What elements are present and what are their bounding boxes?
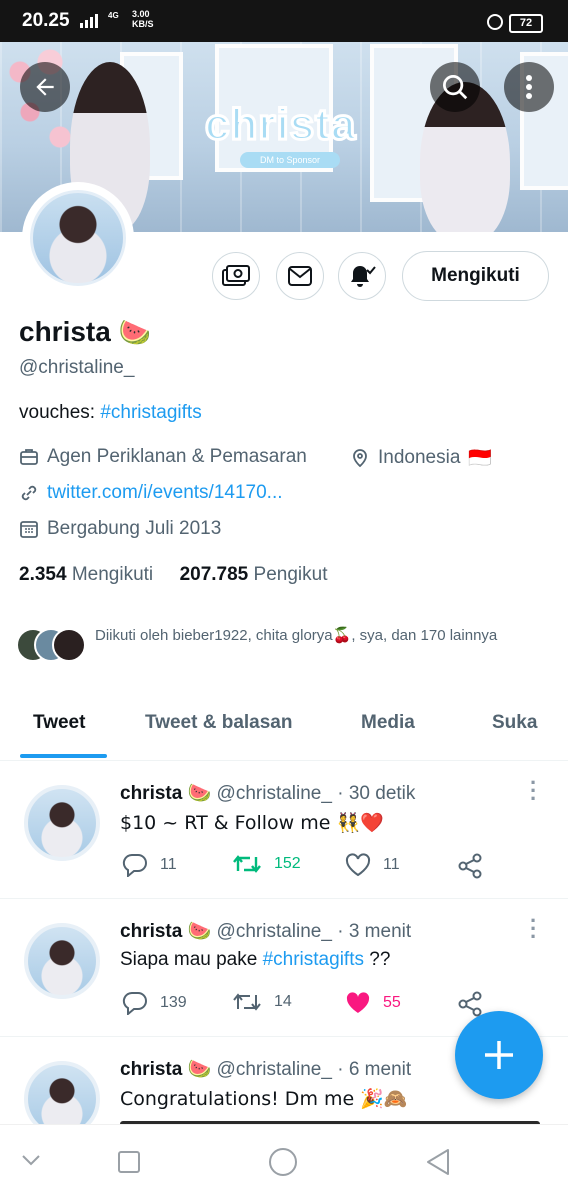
banner-title: christa — [203, 99, 357, 151]
profile-handle: @christaline_ — [19, 357, 135, 378]
search-button[interactable] — [430, 62, 480, 112]
tweet-more-button[interactable]: · · · — [530, 910, 537, 948]
battery-indicator: 72 — [509, 14, 543, 33]
link-icon — [21, 485, 37, 501]
tweet-item[interactable]: christa 🍉 @christaline_ · 30 detik · · · $… — [0, 761, 568, 899]
profile-tabs: Tweet Tweet & balasan Media Suka — [0, 700, 568, 761]
arrow-left-icon — [36, 78, 54, 96]
rotation-lock-icon — [487, 14, 503, 30]
tab-tweets[interactable]: Tweet — [33, 712, 85, 734]
banner-subtitle: DM to Sponsor — [240, 152, 340, 168]
tweet-avatar[interactable] — [24, 923, 100, 999]
tweet-text: Siapa mau pake #christagifts ?? — [120, 949, 391, 970]
retweet-button[interactable]: 152 — [232, 853, 301, 875]
message-button[interactable] — [276, 252, 324, 300]
search-icon — [443, 75, 468, 100]
profile-website[interactable]: twitter.com/i/events/14170... — [19, 482, 283, 504]
heart-filled-icon — [346, 992, 370, 1013]
followers-count-link[interactable]: 207.785 Pengikut — [180, 564, 328, 585]
indonesia-flag-icon: 🇮🇩 — [468, 447, 493, 469]
tip-jar-button[interactable] — [212, 252, 260, 300]
name-emoji: 🍉 — [118, 318, 151, 348]
tab-media[interactable]: Media — [361, 712, 415, 734]
following-button[interactable]: Mengikuti — [402, 251, 549, 301]
profile-location: Indonesia 🇮🇩 — [350, 446, 492, 469]
tab-tweets-replies[interactable]: Tweet & balasan — [145, 712, 292, 734]
reply-icon — [122, 853, 147, 877]
tweet-avatar[interactable] — [24, 1061, 100, 1125]
money-icon — [222, 265, 250, 286]
share-icon — [458, 991, 482, 1017]
mail-icon — [288, 266, 312, 286]
profile-joined-date: Bergabung Juli 2013 — [19, 518, 221, 540]
profile-avatar[interactable] — [22, 182, 134, 294]
heart-icon — [345, 853, 371, 877]
tweet-header: christa 🍉 @christaline_ · 3 menit — [120, 920, 412, 942]
reply-button[interactable]: 139 — [122, 991, 187, 1015]
status-bar: 20.25 4G 3.00 KB/S 72 — [0, 0, 568, 42]
followed-by-text[interactable]: Diikuti oleh bieber1922, chita glorya🍒, … — [95, 624, 535, 648]
tab-likes[interactable]: Suka — [492, 712, 537, 734]
vertical-dots-icon — [526, 75, 532, 99]
profile-bio: vouches: #christagifts — [19, 402, 202, 423]
retweet-icon — [233, 855, 261, 873]
profile-name: christa 🍉 — [19, 316, 151, 348]
status-time: 20.25 — [22, 10, 70, 31]
compose-tweet-button[interactable] — [455, 1011, 543, 1099]
more-options-button[interactable] — [504, 62, 554, 112]
tweet-avatar[interactable] — [24, 785, 100, 861]
reply-icon — [122, 991, 147, 1015]
tweet-text: $10 ~ RT & Follow me 👯❤️ — [120, 812, 384, 834]
tweet-text: Congratulations! Dm me 🎉🙈 — [120, 1088, 408, 1110]
profile-category: Agen Periklanan & Pemasaran — [19, 446, 307, 468]
notifications-button[interactable] — [338, 252, 386, 300]
tweet-header: christa 🍉 @christaline_ · 30 detik — [120, 782, 416, 804]
home-icon[interactable] — [268, 1147, 298, 1177]
profile-stats: 2.354 Mengikuti 207.785 Pengikut — [19, 564, 327, 586]
plus-icon — [485, 1041, 513, 1069]
active-tab-indicator — [20, 754, 107, 758]
system-navigation-bar — [0, 1124, 568, 1201]
recent-apps-icon[interactable] — [117, 1150, 141, 1174]
briefcase-icon — [20, 449, 38, 465]
chevron-down-icon[interactable] — [20, 1153, 42, 1167]
share-button[interactable] — [457, 853, 483, 879]
signal-icon — [80, 14, 98, 28]
retweet-button[interactable]: 14 — [232, 991, 292, 1013]
calendar-icon — [20, 521, 38, 538]
follower-avatar — [52, 628, 86, 662]
back-nav-icon[interactable] — [425, 1148, 451, 1176]
like-button[interactable]: 11 — [345, 853, 400, 877]
retweet-icon — [233, 993, 261, 1011]
network-speed: 3.00 KB/S — [132, 9, 154, 29]
network-type: 4G — [108, 11, 119, 20]
share-icon — [458, 853, 482, 879]
bio-hashtag-link[interactable]: #christagifts — [100, 402, 201, 423]
tweet-more-button[interactable]: · · · — [530, 772, 537, 810]
following-count-link[interactable]: 2.354 Mengikuti — [19, 564, 153, 585]
like-button[interactable]: 55 — [345, 991, 401, 1015]
tweet-hashtag-link[interactable]: #christagifts — [263, 949, 364, 970]
share-button[interactable] — [457, 991, 483, 1017]
back-button[interactable] — [20, 62, 70, 112]
reply-button[interactable]: 11 — [122, 853, 177, 877]
location-pin-icon — [353, 448, 367, 467]
bell-check-icon — [351, 266, 376, 287]
tweet-header: christa 🍉 @christaline_ · 6 menit — [120, 1058, 412, 1080]
